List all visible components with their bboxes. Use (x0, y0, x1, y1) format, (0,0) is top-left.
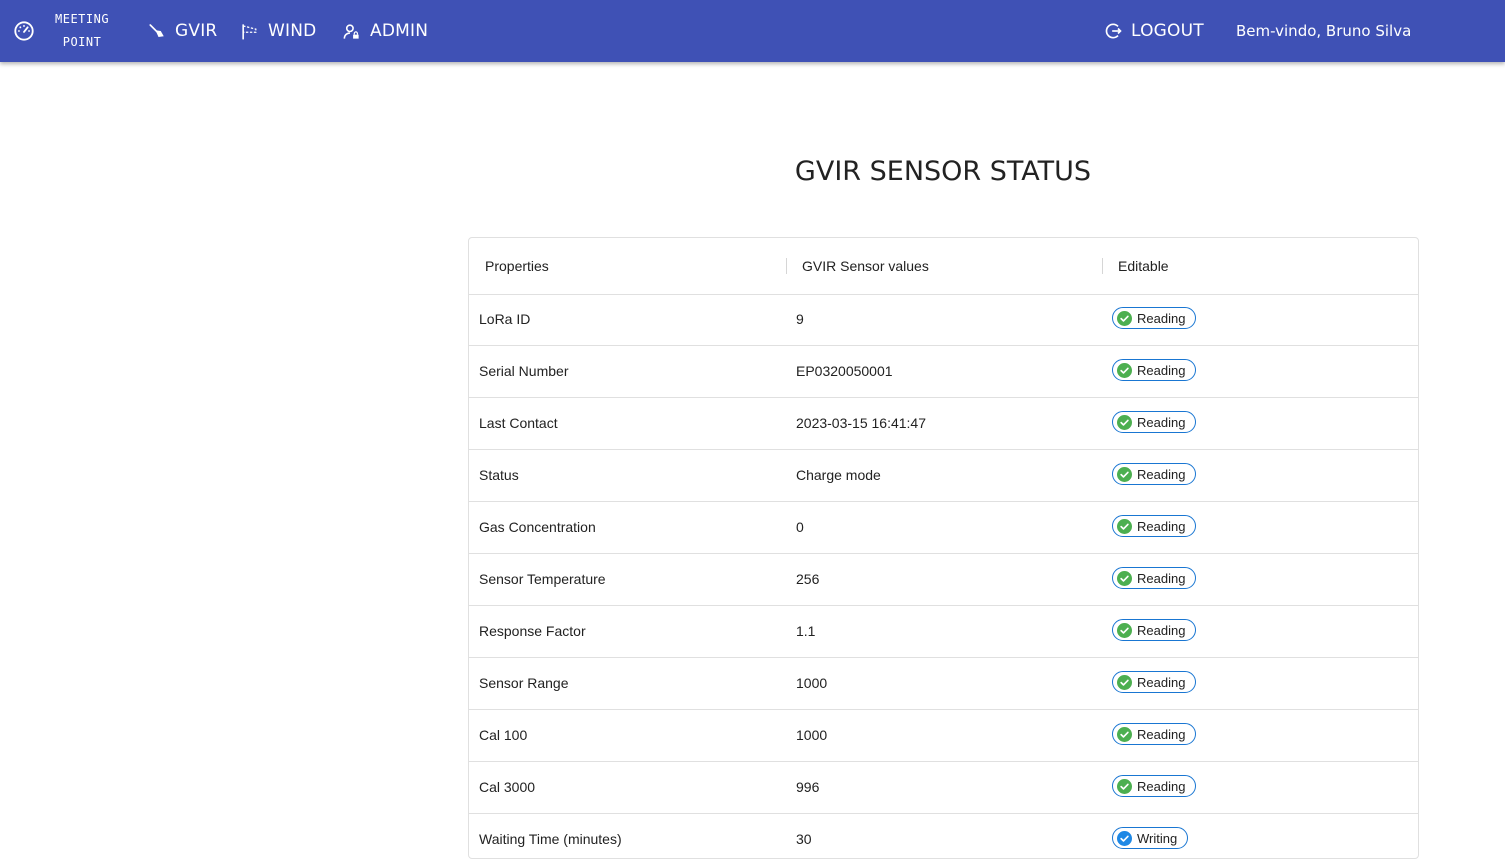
sensor-probe-icon (148, 22, 166, 40)
column-header-properties[interactable]: Properties (485, 258, 549, 274)
app-bar: MEETING POINT GVIR WIND ADMIN LOGOUT Bem… (0, 0, 1505, 62)
reading-check-icon (1117, 778, 1137, 794)
nav-admin-label: ADMIN (370, 21, 429, 41)
column-header-editable[interactable]: Editable (1118, 258, 1169, 274)
value-cell: 2023-03-15 16:41:47 (796, 415, 926, 431)
property-cell: Cal 3000 (479, 779, 536, 795)
logout-label: LOGOUT (1131, 21, 1204, 41)
editable-label: Reading (1137, 674, 1186, 690)
editable-chip[interactable]: Reading (1112, 619, 1197, 641)
nav-wind-label: WIND (268, 21, 317, 41)
table-row[interactable]: Status Charge mode Reading (469, 450, 1418, 502)
editable-chip[interactable]: Reading (1112, 359, 1197, 381)
column-separator[interactable] (1102, 258, 1103, 274)
property-cell: Sensor Temperature (479, 571, 606, 587)
logo-line-2: POINT (62, 35, 102, 49)
column-separator[interactable] (786, 258, 787, 274)
page-title: GVIR SENSOR STATUS (794, 156, 1092, 187)
reading-check-icon (1117, 414, 1137, 430)
property-cell: Status (479, 467, 519, 483)
editable-chip[interactable]: Reading (1112, 515, 1197, 537)
table-row[interactable]: Cal 100 1000 Reading (469, 710, 1418, 762)
editable-chip[interactable]: Reading (1112, 723, 1197, 745)
meeting-point-logo[interactable]: MEETING POINT (13, 7, 109, 55)
logo-line-1: MEETING (55, 12, 110, 26)
reading-check-icon (1117, 570, 1137, 586)
table-row[interactable]: Response Factor 1.1 Reading (469, 606, 1418, 658)
value-cell: 1000 (796, 675, 828, 691)
editable-label: Reading (1137, 466, 1186, 482)
reading-check-icon (1117, 726, 1137, 742)
property-cell: Cal 100 (479, 727, 528, 743)
logout-icon (1103, 21, 1123, 41)
property-cell: Response Factor (479, 623, 586, 639)
table-row[interactable]: Cal 3000 996 Reading (469, 762, 1418, 814)
value-cell: 30 (796, 831, 812, 847)
editable-label: Reading (1137, 518, 1186, 534)
table-row[interactable]: Waiting Time (minutes) 30 Writing (469, 814, 1418, 858)
reading-check-icon (1117, 362, 1137, 378)
nav-gvir-label: GVIR (175, 21, 218, 41)
table-row[interactable]: Gas Concentration 0 Reading (469, 502, 1418, 554)
value-cell: 0 (796, 519, 804, 535)
value-cell: 9 (796, 311, 804, 327)
sensor-status-table: Properties GVIR Sensor values Editable L… (468, 237, 1419, 859)
property-cell: Last Contact (479, 415, 558, 431)
welcome-text: Bem-vindo, Bruno Silva (1236, 22, 1412, 40)
table-row[interactable]: Sensor Temperature 256 Reading (469, 554, 1418, 606)
property-cell: Gas Concentration (479, 519, 596, 535)
table-row[interactable]: Serial Number EP0320050001 Reading (469, 346, 1418, 398)
editable-label: Reading (1137, 310, 1186, 326)
writing-check-icon (1117, 830, 1137, 846)
table-header: Properties GVIR Sensor values Editable (469, 238, 1418, 295)
windsock-icon (240, 22, 259, 41)
editable-chip[interactable]: Reading (1112, 671, 1197, 693)
value-cell: 996 (796, 779, 820, 795)
nav-wind[interactable]: WIND (240, 19, 316, 43)
reading-check-icon (1117, 466, 1137, 482)
logout-button[interactable]: LOGOUT (1103, 19, 1204, 43)
value-cell: EP0320050001 (796, 363, 893, 379)
property-cell: Sensor Range (479, 675, 569, 691)
editable-label: Reading (1137, 726, 1186, 742)
editable-label: Reading (1137, 778, 1186, 794)
speedometer-icon (13, 20, 35, 42)
editable-label: Reading (1137, 362, 1186, 378)
editable-chip[interactable]: Reading (1112, 567, 1197, 589)
editable-label: Reading (1137, 622, 1186, 638)
editable-chip[interactable]: Reading (1112, 411, 1197, 433)
value-cell: 1000 (796, 727, 828, 743)
table-row[interactable]: LoRa ID 9 Reading (469, 294, 1418, 346)
editable-chip[interactable]: Reading (1112, 307, 1197, 329)
admin-user-icon (342, 22, 361, 41)
nav-gvir[interactable]: GVIR (148, 19, 217, 43)
value-cell: 256 (796, 571, 820, 587)
property-cell: Serial Number (479, 363, 569, 379)
editable-label: Reading (1137, 414, 1186, 430)
value-cell: 1.1 (796, 623, 816, 639)
column-header-values[interactable]: GVIR Sensor values (802, 258, 929, 274)
editable-chip[interactable]: Reading (1112, 463, 1197, 485)
editable-label: Writing (1137, 830, 1178, 846)
editable-chip[interactable]: Writing (1112, 827, 1189, 849)
nav-admin[interactable]: ADMIN (342, 19, 428, 43)
reading-check-icon (1117, 622, 1137, 638)
reading-check-icon (1117, 518, 1137, 534)
reading-check-icon (1117, 674, 1137, 690)
property-cell: Waiting Time (minutes) (479, 831, 622, 847)
table-row[interactable]: Last Contact 2023-03-15 16:41:47 Reading (469, 398, 1418, 450)
value-cell: Charge mode (796, 467, 881, 483)
editable-chip[interactable]: Reading (1112, 775, 1197, 797)
property-cell: LoRa ID (479, 311, 531, 327)
editable-label: Reading (1137, 570, 1186, 586)
table-row[interactable]: Sensor Range 1000 Reading (469, 658, 1418, 710)
reading-check-icon (1117, 310, 1137, 326)
